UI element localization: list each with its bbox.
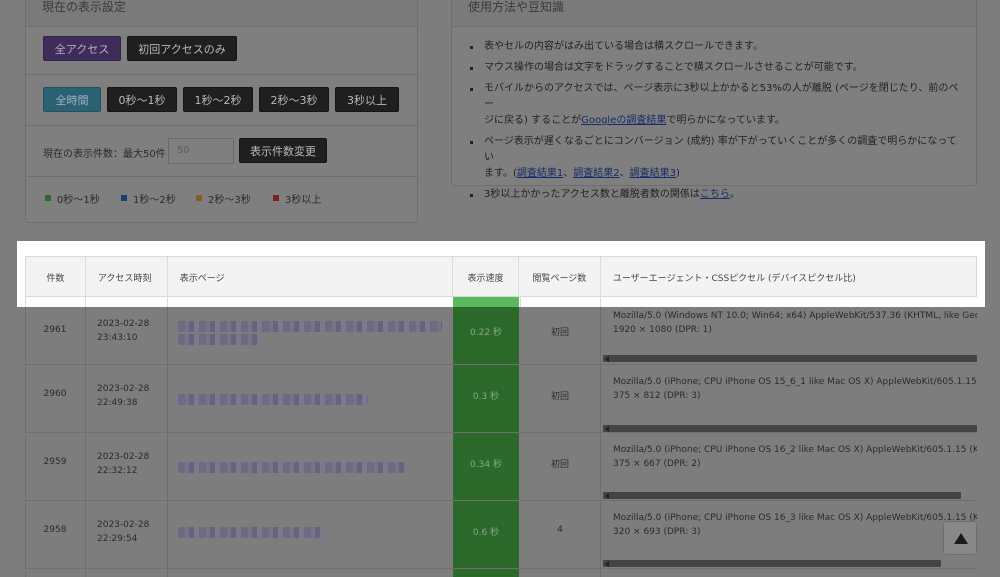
time-filter-3plus-button[interactable]: 3秒以上 (335, 87, 399, 112)
row-count: 2960 (43, 389, 67, 399)
count-row: 現在の表示件数：最大50件 50 表示件数変更 (26, 126, 417, 177)
research-link-2[interactable]: 調査結果2 (573, 168, 619, 179)
legend-label-0-1: 0秒〜1秒 (57, 195, 100, 206)
tips-list: 表やセルの内容がはみ出ている場合は横スクロールできます。 マウス操作の場合は文字… (466, 39, 966, 208)
legend-label-1-2: 1秒〜2秒 (133, 195, 176, 206)
table-row: 2961 2023-02-28 23:43:10 0.22 秒 初回 Mozill… (25, 297, 977, 365)
change-count-button[interactable]: 表示件数変更 (239, 138, 327, 163)
row-horizontal-scrollbar[interactable] (603, 425, 977, 432)
row-access-time: 2023-02-28 22:49:38 (97, 384, 150, 408)
blurred-url (178, 394, 368, 405)
table-row: 2960 2023-02-28 22:49:38 0.3 秒 初回 Mozilla… (25, 365, 977, 433)
display-settings-panel: 現在の表示設定 全アクセス 初回アクセスのみ 全時間 0秒〜1秒 1秒〜2秒 2… (25, 0, 418, 223)
time-filter-row: 全時間 0秒〜1秒 1秒〜2秒 2秒〜3秒 3秒以上 (26, 75, 417, 126)
row-count: 2958 (43, 525, 67, 535)
display-settings-title: 現在の表示設定 (26, 0, 417, 27)
row-access-time: 2023-02-28 22:29:54 (97, 520, 150, 544)
row-page (167, 297, 453, 365)
time-filter-2-3-button[interactable]: 2秒〜3秒 (259, 87, 329, 112)
blurred-url (178, 527, 324, 538)
col-header-page-views: 閲覧ページ数 (519, 257, 601, 296)
row-count: 2959 (43, 457, 67, 467)
time-filter-all-button[interactable]: 全時間 (43, 87, 101, 112)
legend-label-2-3: 2秒〜3秒 (208, 195, 251, 206)
row-page-views: 初回 (550, 328, 569, 338)
tip-scroll: 表やセルの内容がはみ出ている場合は横スクロールできます。 (466, 39, 966, 55)
row-page (167, 501, 453, 569)
access-table-header: 件数 アクセス時刻 表示ページ 表示速度 閲覧ページ数 ユーザーエージェント・C… (25, 256, 977, 297)
row-user-agent: Mozilla/5.0 (iPhone; CPU iPhone OS 16_2 … (613, 445, 977, 469)
access-filter-row: 全アクセス 初回アクセスのみ (26, 27, 417, 75)
row-horizontal-scrollbar[interactable] (603, 560, 941, 567)
count-label: 現在の表示件数：最大50件 (43, 149, 166, 160)
usage-tips-panel: 使用方法や豆知識 表やセルの内容がはみ出ている場合は横スクロールできます。 マウ… (451, 0, 977, 200)
row-access-time: 2023-02-28 22:32:12 (97, 452, 150, 476)
row-speed: 0.3 秒 (472, 392, 500, 402)
google-research-link[interactable]: Googleの調査結果 (581, 115, 666, 126)
row-access-time: 2023-02-28 23:43:10 (97, 319, 150, 343)
col-header-user-agent: ユーザーエージェント・CSSピクセル (デバイスピクセル比) (612, 274, 856, 284)
blurred-url (178, 321, 442, 332)
col-header-count: 件数 (26, 257, 86, 296)
row-page-views: 初回 (550, 460, 569, 470)
table-row: 2959 2023-02-28 22:32:12 0.34 秒 初回 Mozill… (25, 433, 977, 501)
speed-legend: 0秒〜1秒 1秒〜2秒 2秒〜3秒 3秒以上 (26, 177, 417, 223)
col-header-access-time: アクセス時刻 (86, 257, 168, 296)
row-user-agent: Mozilla/5.0 (iPhone; CPU iPhone OS 16_3 … (613, 513, 977, 537)
research-link-3[interactable]: 調査結果3 (630, 168, 676, 179)
count-input[interactable]: 50 (168, 138, 234, 164)
tip-relation: 3秒以上かかったアクセス数と離脱者数の関係はこちら。 (466, 187, 966, 203)
row-page-views: 4 (557, 525, 563, 535)
time-filter-1-2-button[interactable]: 1秒〜2秒 (183, 87, 253, 112)
scroll-to-top-button[interactable] (943, 521, 977, 555)
legend-green-swatch (45, 195, 51, 201)
table-row (25, 569, 977, 577)
legend-blue-swatch (121, 195, 127, 201)
tip-conversion: ページ表示が遅くなるごとにコンバージョン (成約) 率が下がっていくことが多くの… (466, 134, 966, 182)
blurred-url (178, 462, 406, 473)
row-page-views: 初回 (550, 392, 569, 402)
all-access-button[interactable]: 全アクセス (43, 36, 121, 61)
blurred-url (178, 334, 260, 345)
row-speed: 0.34 秒 (470, 460, 502, 470)
legend-orange-swatch (196, 195, 202, 201)
first-access-only-button[interactable]: 初回アクセスのみ (127, 36, 237, 61)
row-page (167, 433, 453, 501)
time-filter-0-1-button[interactable]: 0秒〜1秒 (107, 87, 177, 112)
col-header-speed: 表示速度 (453, 257, 519, 296)
usage-tips-title: 使用方法や豆知識 (452, 0, 976, 27)
row-speed: 0.6 秒 (472, 528, 500, 538)
row-user-agent: Mozilla/5.0 (iPhone; CPU iPhone OS 15_6_… (613, 377, 977, 401)
legend-red-swatch (273, 195, 279, 201)
tip-mobile: モバイルからのアクセスでは、ページ表示に3秒以上かかると53%の人が離脱 (ペー… (466, 81, 966, 129)
legend-label-3plus: 3秒以上 (285, 195, 322, 206)
row-horizontal-scrollbar[interactable] (603, 355, 977, 362)
row-count: 2961 (43, 325, 67, 335)
table-row: 2958 2023-02-28 22:29:54 0.6 秒 4 Mozilla/… (25, 501, 977, 569)
tip-drag: マウス操作の場合は文字をドラッグすることで横スクロールさせることが可能です。 (466, 60, 966, 76)
research-link-1[interactable]: 調査結果1 (517, 168, 563, 179)
row-horizontal-scrollbar[interactable] (603, 492, 961, 499)
row-speed: 0.22 秒 (470, 328, 502, 338)
row-page (167, 365, 453, 433)
relation-link[interactable]: こちら (700, 189, 730, 200)
col-header-page: 表示ページ (168, 257, 454, 296)
